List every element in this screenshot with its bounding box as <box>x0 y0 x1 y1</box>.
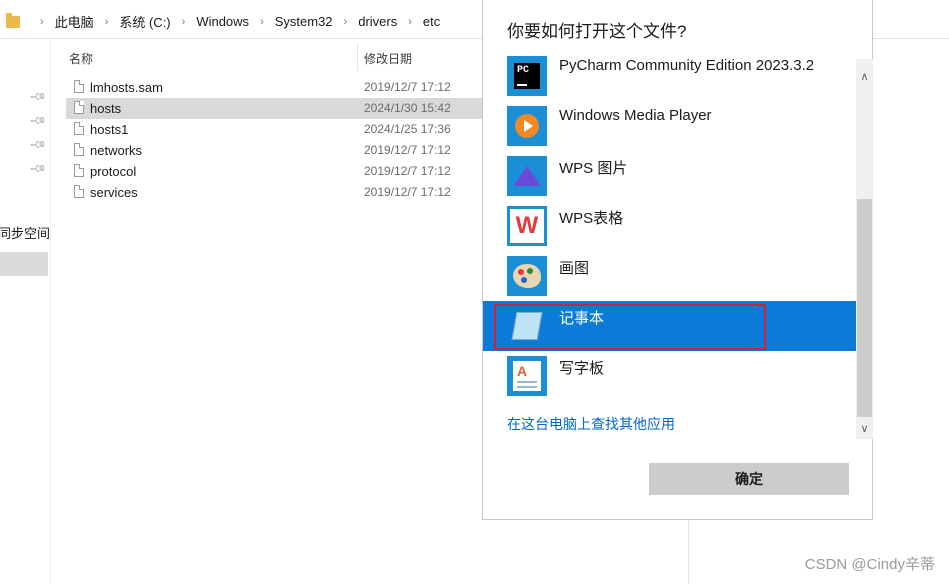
file-name: services <box>90 185 138 200</box>
file-row[interactable]: hosts1 2024/1/25 17:36 <box>66 119 482 140</box>
breadcrumb-item[interactable]: 系统 (C:) <box>118 12 171 31</box>
wps-spreadsheet-icon: W <box>507 206 547 246</box>
app-label: Windows Media Player <box>559 107 712 124</box>
app-list-scrollbar[interactable]: ∧ ∨ <box>856 59 873 439</box>
column-header-modified[interactable]: 修改日期 <box>364 50 412 67</box>
nav-item-selected[interactable] <box>0 252 48 276</box>
file-name: lmhosts.sam <box>90 80 163 95</box>
file-date: 2024/1/25 17:36 <box>364 122 451 136</box>
pycharm-icon: PC <box>507 56 547 96</box>
app-option-wordpad[interactable]: A 写字板 <box>483 351 856 401</box>
chevron-down-icon[interactable]: ∨ <box>856 419 873 439</box>
app-option-wps-spreadsheet[interactable]: W WPS表格 <box>483 201 856 251</box>
file-row[interactable]: lmhosts.sam 2019/12/7 17:12 <box>66 77 482 98</box>
file-name: hosts1 <box>90 122 129 137</box>
chevron-right-icon: › <box>343 15 348 28</box>
paint-icon <box>507 256 547 296</box>
file-icon <box>74 185 84 198</box>
file-date: 2019/12/7 17:12 <box>364 80 451 94</box>
scroll-thumb[interactable] <box>857 199 872 417</box>
chevron-right-icon: › <box>104 15 109 28</box>
file-date: 2024/1/30 15:42 <box>364 101 451 115</box>
open-with-dialog: 你要如何打开这个文件? PC PyCharm Community Edition… <box>482 0 873 520</box>
ok-button[interactable]: 确定 <box>649 463 849 495</box>
file-icon <box>74 80 84 93</box>
file-icon <box>74 143 84 156</box>
app-label: PyCharm Community Edition 2023.3.2 <box>559 57 815 74</box>
file-name: networks <box>90 143 143 158</box>
media-player-icon <box>507 106 547 146</box>
folder-icon <box>6 12 20 28</box>
navigation-pane: 📌︎ 📌︎ 📌︎ 📌︎ 同步空间 <box>0 38 51 584</box>
pin-icon[interactable]: 📌︎ <box>28 135 47 154</box>
breadcrumb-item[interactable]: System32 <box>274 14 334 29</box>
file-name: hosts <box>90 101 122 116</box>
dialog-title: 你要如何打开这个文件? <box>507 22 687 41</box>
chevron-right-icon: › <box>40 15 44 28</box>
breadcrumb-item[interactable]: drivers <box>357 14 398 29</box>
app-label: 写字板 <box>559 360 605 377</box>
file-icon <box>74 101 84 114</box>
chevron-right-icon: › <box>408 15 412 28</box>
chevron-right-icon: › <box>260 15 264 28</box>
breadcrumb-item[interactable]: 此电脑 <box>54 12 95 31</box>
wps-picture-icon <box>507 156 547 196</box>
annotation-highlight-box <box>494 304 766 350</box>
app-option-wps-picture[interactable]: WPS 图片 <box>483 151 856 201</box>
pane-divider <box>688 520 689 584</box>
chevron-up-icon[interactable]: ∧ <box>856 67 873 87</box>
app-label: WPS 图片 <box>559 160 628 177</box>
file-name: protocol <box>90 164 137 179</box>
app-label: 画图 <box>559 260 590 277</box>
app-label: WPS表格 <box>559 210 624 227</box>
pin-icon[interactable]: 📌︎ <box>28 111 47 130</box>
wordpad-icon: A <box>507 356 547 396</box>
app-option-pycharm[interactable]: PC PyCharm Community Edition 2023.3.2 <box>483 51 856 101</box>
file-row[interactable]: networks 2019/12/7 17:12 <box>66 140 482 161</box>
file-icon <box>74 122 84 135</box>
nav-item-sync-space[interactable]: 同步空间 <box>0 223 50 242</box>
app-option-paint[interactable]: 画图 <box>483 251 856 301</box>
file-icon <box>74 164 84 177</box>
app-option-media-player[interactable]: Windows Media Player <box>483 101 856 151</box>
breadcrumb-item[interactable]: etc <box>422 14 441 29</box>
file-date: 2019/12/7 17:12 <box>364 185 451 199</box>
file-row[interactable]: services 2019/12/7 17:12 <box>66 182 482 203</box>
file-row-selected[interactable]: hosts 2024/1/30 15:42 <box>66 98 482 119</box>
file-row[interactable]: protocol 2019/12/7 17:12 <box>66 161 482 182</box>
watermark: CSDN @Cindy辛蒂 <box>804 556 935 573</box>
file-date: 2019/12/7 17:12 <box>364 143 451 157</box>
column-divider[interactable] <box>357 43 358 71</box>
pin-icon[interactable]: 📌︎ <box>28 87 47 106</box>
column-header-name[interactable]: 名称 <box>69 50 93 67</box>
pin-icon[interactable]: 📌︎ <box>28 159 47 178</box>
more-apps-link[interactable]: 在这台电脑上查找其他应用 <box>507 414 675 434</box>
breadcrumb: › 此电脑 › 系统 (C:) › Windows › System32 › d… <box>6 12 441 31</box>
chevron-right-icon: › <box>181 15 186 28</box>
breadcrumb-item[interactable]: Windows <box>195 14 250 29</box>
file-date: 2019/12/7 17:12 <box>364 164 451 178</box>
